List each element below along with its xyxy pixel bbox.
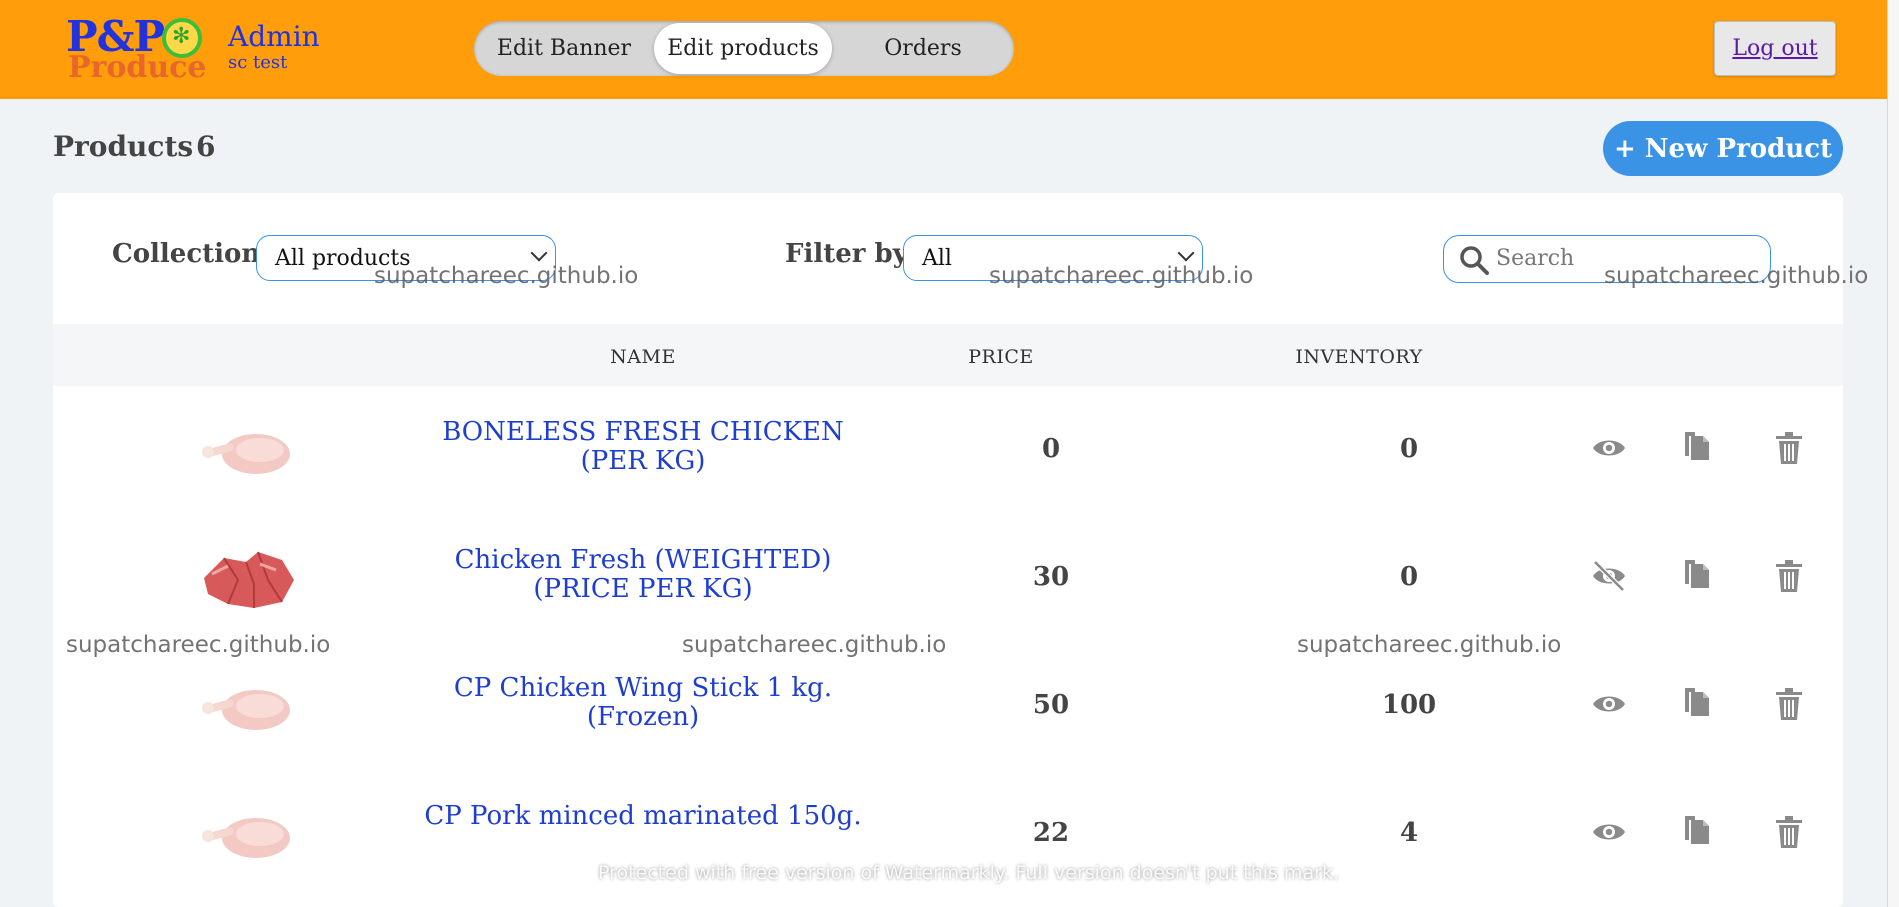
tab-orders[interactable]: Orders [836, 23, 1010, 74]
product-image-chicken-leg[interactable] [198, 800, 298, 870]
admin-title: Admin [228, 20, 320, 53]
trash-icon[interactable] [1771, 430, 1807, 466]
table-row: Chicken Fresh (WEIGHTED) (PRICE PER KG) … [53, 514, 1843, 642]
product-inventory: 4 [1399, 818, 1419, 848]
product-price: 50 [1032, 690, 1070, 720]
trash-icon[interactable] [1771, 686, 1807, 722]
collection-select[interactable]: All products [256, 235, 556, 281]
eye-icon[interactable] [1591, 814, 1627, 850]
filter-by-select[interactable]: All [903, 235, 1203, 281]
collection-select-value: All products [275, 245, 411, 271]
logo[interactable]: P&P Produce [66, 16, 207, 84]
search-icon [1460, 246, 1489, 275]
admin-subtitle: sc test [228, 52, 288, 73]
table-row: BONELESS FRESH CHICKEN (PER KG) 0 0 [53, 386, 1843, 514]
chevron-down-icon [1177, 244, 1195, 262]
product-inventory: 0 [1399, 434, 1419, 464]
product-name-link[interactable]: BONELESS FRESH CHICKEN (PER KG) [408, 418, 878, 476]
column-header-inventory[interactable]: INVENTORY [1295, 346, 1422, 368]
duplicate-icon[interactable] [1681, 430, 1717, 466]
column-header-name[interactable]: NAME [610, 346, 676, 368]
tab-edit-banner[interactable]: Edit Banner [478, 23, 650, 74]
product-count: 6 [196, 130, 216, 163]
product-price: 0 [1041, 434, 1061, 464]
product-image-chicken-leg[interactable] [198, 416, 298, 486]
chevron-down-icon [530, 244, 548, 262]
duplicate-icon[interactable] [1681, 686, 1717, 722]
logout-button[interactable]: Log out [1714, 21, 1836, 76]
eye-icon[interactable] [1591, 686, 1627, 722]
tab-edit-products[interactable]: Edit products [654, 23, 832, 74]
collection-label: Collection [112, 239, 261, 269]
watermark-footer: Protected with free version of Watermark… [598, 862, 1339, 884]
search-placeholder: Search [1496, 246, 1575, 271]
filter-by-label: Filter by [785, 239, 908, 269]
logo-produce: Produce [68, 50, 207, 85]
table-row: CP Chicken Wing Stick 1 kg. (Frozen) 50 … [53, 642, 1843, 770]
top-header: P&P Produce Admin sc test Edit Banner Ed… [0, 0, 1899, 99]
table-header: NAME PRICE INVENTORY [53, 324, 1843, 386]
product-price: 30 [1032, 562, 1070, 592]
filter-by-select-value: All [922, 245, 952, 271]
product-image-chicken-leg[interactable] [198, 672, 298, 742]
eye-icon[interactable] [1591, 430, 1627, 466]
page-title: Products [53, 130, 194, 163]
main-nav: Edit Banner Edit products Orders [474, 21, 1014, 76]
product-name-link[interactable]: Chicken Fresh (WEIGHTED) (PRICE PER KG) [408, 546, 878, 604]
scrollbar[interactable] [1887, 0, 1899, 907]
products-card: Collection All products Filter by All Se… [53, 193, 1843, 907]
eye-slash-icon[interactable] [1591, 558, 1627, 594]
product-name-link[interactable]: CP Chicken Wing Stick 1 kg. (Frozen) [408, 674, 878, 732]
product-price: 22 [1032, 818, 1070, 848]
duplicate-icon[interactable] [1681, 814, 1717, 850]
column-header-price[interactable]: PRICE [968, 346, 1034, 368]
trash-icon[interactable] [1771, 814, 1807, 850]
product-name-link[interactable]: CP Pork minced marinated 150g. [408, 802, 878, 831]
trash-icon[interactable] [1771, 558, 1807, 594]
product-inventory: 100 [1381, 690, 1437, 720]
product-inventory: 0 [1399, 562, 1419, 592]
duplicate-icon[interactable] [1681, 558, 1717, 594]
search-input[interactable]: Search [1443, 235, 1771, 283]
product-image-raw-meat[interactable] [198, 544, 298, 614]
new-product-button[interactable]: + New Product [1603, 121, 1843, 176]
